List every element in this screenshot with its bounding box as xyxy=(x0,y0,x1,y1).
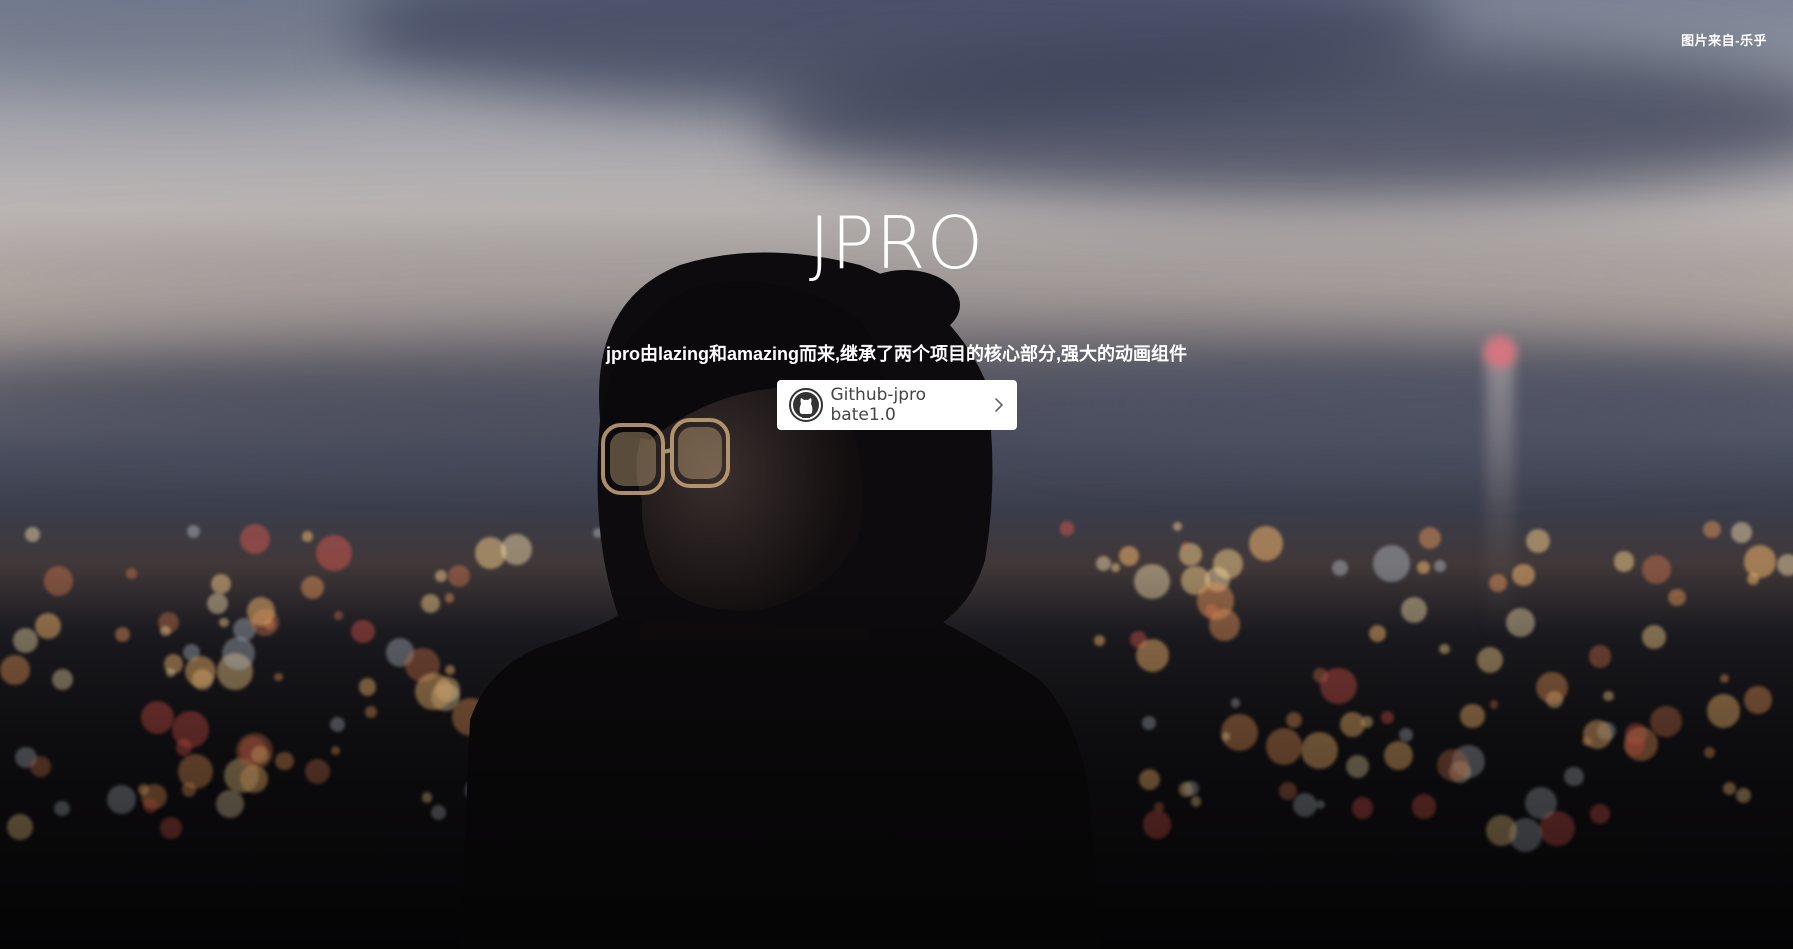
page-title: JPRO xyxy=(808,201,985,285)
github-button-label: Github-jpro bate1.0 xyxy=(830,385,927,425)
github-link-button[interactable]: Github-jpro bate1.0 xyxy=(776,380,1017,430)
image-credit: 图片来自-乐乎 xyxy=(1681,33,1767,48)
button-row: Github-jpro bate1.0 xyxy=(0,380,1793,430)
page-subtitle: jpro由lazing和amazing而来,继承了两个项目的核心部分,强大的动画… xyxy=(605,344,1188,364)
hero-background: 图片来自-乐乎 JPRO jpro由lazing和amazing而来,继承了两个… xyxy=(0,0,1793,949)
chevron-right-icon xyxy=(993,397,1005,413)
github-octocat-icon xyxy=(788,388,823,422)
vignette-overlay xyxy=(0,0,1793,949)
